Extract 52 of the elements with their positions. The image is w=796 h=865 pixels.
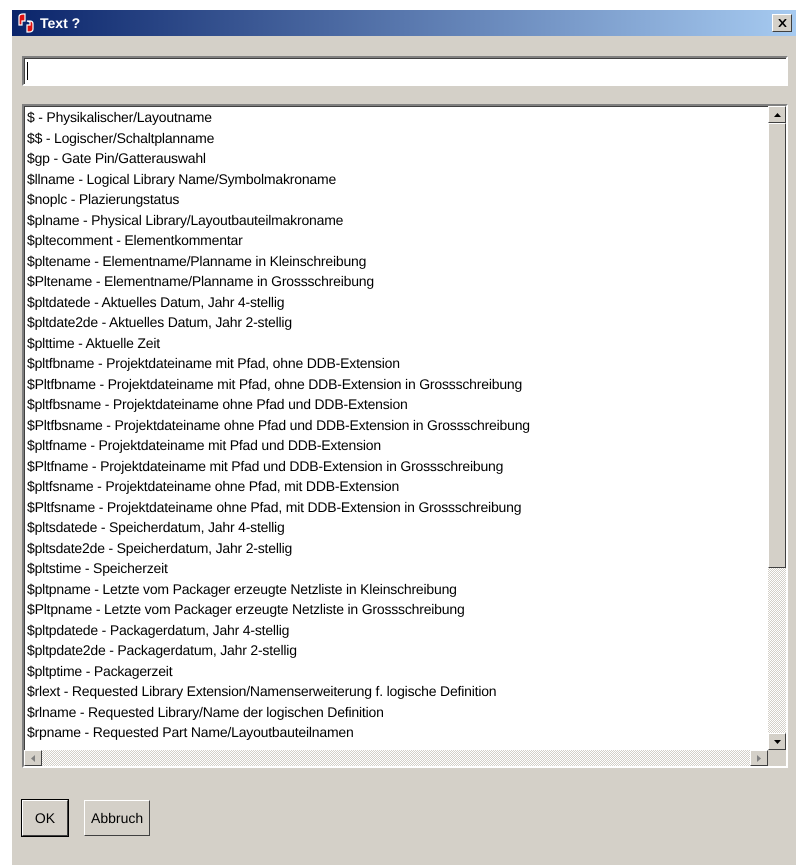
list-item[interactable]: $pltsdate2de - Speicherdatum, Jahr 2-stellig (27, 538, 768, 558)
close-button[interactable] (772, 14, 792, 32)
list-item[interactable]: $pltpdatede - Packagerdatum, Jahr 4-stellig (27, 620, 768, 640)
text-input-field[interactable] (22, 56, 788, 86)
list-item[interactable]: $pltfsname - Projektdateiname ohne Pfad, mit DDB-Extension (27, 476, 768, 496)
scroll-up-button[interactable] (768, 106, 786, 123)
list-item[interactable]: $pltstime - Speicherzeit (27, 558, 768, 578)
list-item[interactable]: $Pltfname - Projektdateiname mit Pfad und DDB-Extension in Grossschreibung (27, 456, 768, 476)
dialog-button[interactable]: OK (22, 800, 68, 836)
list-item[interactable]: $pltpname - Letzte vom Packager erzeugte Netzliste in Kleinschreibung (27, 578, 768, 599)
horizontal-scrollbar[interactable] (24, 750, 768, 766)
list-item[interactable]: $Pltfsname - Projektdateiname ohne Pfad, mit DDB-Extension in Grossschreibung (27, 496, 768, 517)
app-logo-icon (16, 13, 36, 33)
list-item[interactable]: $Pltfbname - Projektdateiname mit Pfad, ohne DDB-Extension in Grossschreibung (27, 374, 768, 394)
scroll-thumb[interactable] (768, 123, 786, 568)
scroll-down-button[interactable] (768, 733, 786, 750)
list-item[interactable]: $plname - Physical Library/Layoutbauteilmakroname (27, 210, 768, 230)
list-item[interactable]: $pltename - Elementname/Planname in Kleinschreibung (27, 250, 768, 271)
left-arrow-icon (31, 754, 35, 762)
right-arrow-icon (757, 754, 761, 762)
vertical-scrollbar[interactable] (768, 106, 786, 750)
close-icon (778, 19, 786, 27)
up-arrow-icon (774, 112, 780, 116)
list-item[interactable]: $rlext - Requested Library Extension/Namenserweiterung f. logische Definition (27, 681, 768, 702)
list-item[interactable]: $pltsdatede - Speicherdatum, Jahr 4-stellig (27, 517, 768, 538)
list-item[interactable]: $pltptime - Packagerzeit (27, 660, 768, 681)
list-item[interactable]: $plttime - Aktuelle Zeit (27, 332, 768, 353)
list-item[interactable]: $noplc - Plazierungstatus (27, 189, 768, 210)
list-item[interactable]: $Pltfbsname - Projektdateiname ohne Pfad und DDB-Extension in Grossschreibung (27, 414, 768, 435)
list-item[interactable]: $llname - Logical Library Name/Symbolmakroname (27, 168, 768, 189)
text-cursor (27, 62, 28, 80)
list-item[interactable]: $pltpdate2de - Packagerdatum, Jahr 2-stellig (27, 640, 768, 660)
list-item[interactable]: $pltfbname - Projektdateiname mit Pfad, ohne DDB-Extension (27, 353, 768, 374)
scroll-left-button[interactable] (24, 750, 42, 766)
list-item[interactable]: $rpname - Requested Part Name/Layoutbauteilnamen (27, 722, 768, 742)
list-item[interactable]: $pltdate2de - Aktuelles Datum, Jahr 2-stellig (27, 312, 768, 332)
down-arrow-icon (774, 740, 780, 744)
scroll-right-button[interactable] (750, 750, 768, 766)
list-item[interactable]: $pltecomment - Elementkommentar (27, 230, 768, 250)
variable-list[interactable] (22, 104, 788, 768)
list-item[interactable]: $Pltename - Elementname/Planname in Grossschreibung (27, 271, 768, 292)
scrollbar-corner (768, 750, 786, 766)
list-item[interactable]: $$ - Logischer/Schaltplanname (27, 128, 768, 148)
list-item[interactable]: $pltdatede - Aktuelles Datum, Jahr 4-stellig (27, 292, 768, 312)
list-item[interactable]: $ - Physikalischer/Layoutname (27, 107, 768, 128)
window-title: Text ? (40, 15, 82, 31)
list-item[interactable]: $rlname - Requested Library/Name der logischen Definition (27, 702, 768, 722)
list-item[interactable]: $Pltpname - Letzte vom Packager erzeugte Netzliste in Grossschreibung (27, 599, 768, 620)
list-item[interactable]: $pltfname - Projektdateiname mit Pfad und DDB-Extension (27, 435, 768, 456)
list-item[interactable]: $gp - Gate Pin/Gatterauswahl (27, 148, 768, 168)
dialog-button[interactable]: Abbruch (84, 800, 150, 836)
list-item[interactable]: $pltfbsname - Projektdateiname ohne Pfad und DDB-Extension (27, 394, 768, 414)
